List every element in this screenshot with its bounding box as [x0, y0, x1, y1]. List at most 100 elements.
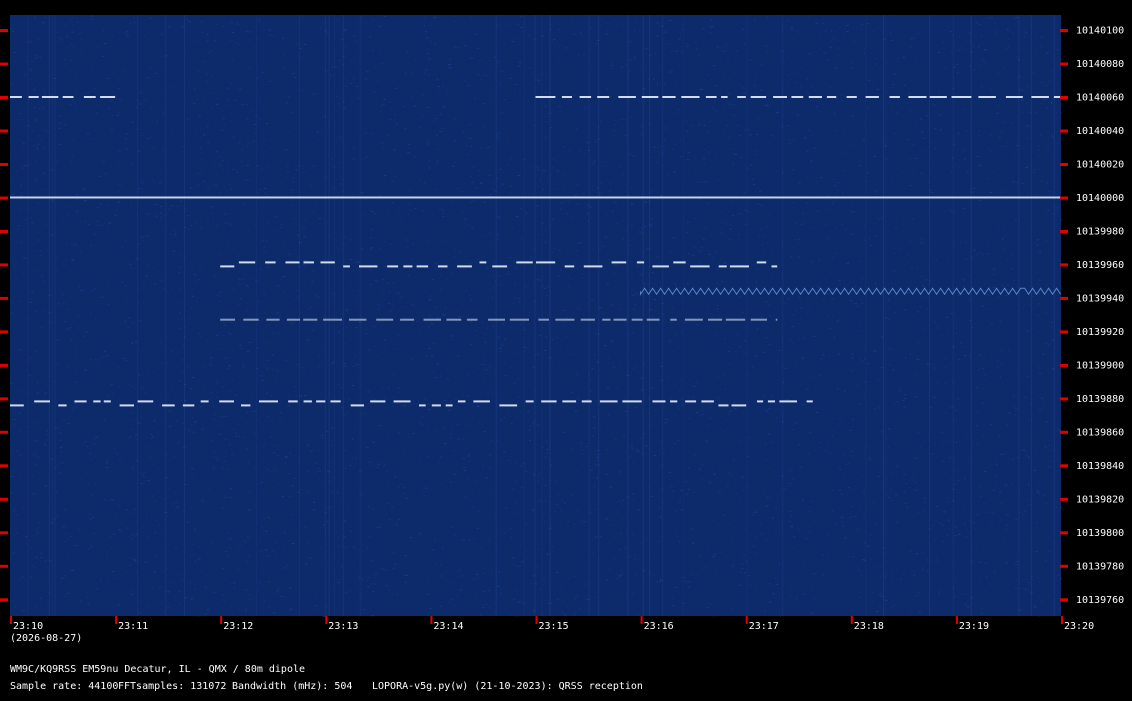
noise-speck: [565, 47, 568, 49]
noise-speck: [125, 148, 129, 150]
noise-speck: [149, 136, 152, 138]
noise-speck: [453, 21, 456, 22]
noise-speck: [60, 104, 62, 105]
noise-speck: [604, 345, 607, 347]
noise-speck: [249, 491, 252, 493]
noise-speck: [469, 343, 473, 345]
noise-speck: [458, 575, 460, 577]
noise-speck: [984, 562, 987, 564]
noise-speck: [351, 458, 353, 460]
noise-speck: [340, 39, 343, 41]
noise-speck: [878, 68, 882, 69]
noise-speck: [724, 388, 727, 390]
noise-speck: [850, 506, 853, 508]
noise-speck: [421, 386, 423, 388]
noise-speck: [81, 256, 83, 258]
noise-speck: [218, 275, 220, 277]
noise-speck: [891, 15, 895, 17]
noise-speck: [1015, 56, 1018, 58]
noise-speck: [1042, 404, 1045, 406]
noise-speck: [873, 408, 877, 410]
noise-speck: [852, 302, 854, 304]
noise-speck: [331, 257, 334, 259]
noise-speck: [96, 588, 99, 590]
noise-speck: [401, 222, 403, 223]
noise-speck: [90, 314, 92, 316]
noise-speck: [1006, 259, 1009, 261]
noise-speck: [558, 585, 562, 587]
noise-speck: [238, 90, 241, 92]
noise-speck: [1055, 206, 1058, 207]
noise-speck: [375, 283, 377, 285]
noise-speck: [895, 521, 898, 523]
noise-speck: [71, 569, 74, 571]
noise-speck: [100, 580, 103, 582]
noise-speck: [990, 521, 993, 523]
noise-speck: [81, 527, 84, 529]
noise-speck: [812, 598, 816, 600]
noise-speck: [94, 87, 97, 89]
noise-speck: [444, 240, 447, 242]
noise-speck: [805, 538, 807, 540]
noise-speck: [837, 190, 839, 192]
noise-speck: [482, 607, 485, 609]
noise-speck: [1015, 100, 1018, 101]
noise-speck: [516, 24, 520, 26]
noise-speck: [70, 43, 73, 45]
noise-speck: [422, 95, 424, 97]
noise-speck: [620, 125, 623, 127]
noise-speck: [538, 279, 542, 281]
noise-speck: [318, 470, 321, 472]
noise-speck: [909, 109, 911, 111]
noise-speck: [677, 439, 680, 441]
noise-speck: [398, 519, 401, 520]
noise-speck: [830, 40, 832, 42]
noise-speck: [340, 183, 343, 185]
noise-speck: [658, 540, 661, 542]
noise-speck: [959, 47, 963, 49]
noise-speck: [703, 181, 706, 183]
noise-speck: [730, 269, 732, 271]
noise-speck: [151, 437, 153, 439]
noise-speck: [685, 148, 688, 150]
noise-speck: [355, 40, 357, 42]
noise-speck: [286, 564, 288, 566]
noise-speck: [38, 39, 41, 41]
noise-speck: [56, 161, 58, 162]
noise-speck: [503, 609, 506, 611]
noise-speck: [1016, 181, 1018, 183]
noise-speck: [974, 425, 976, 427]
noise-speck: [473, 538, 476, 540]
noise-speck: [370, 229, 373, 231]
noise-speck: [788, 74, 790, 76]
noise-speck: [98, 596, 100, 598]
noise-speck: [262, 246, 266, 248]
noise-speck: [692, 286, 695, 288]
noise-speck: [1032, 296, 1035, 297]
noise-speck: [512, 512, 514, 514]
noise-speck: [670, 51, 674, 52]
noise-speck: [761, 373, 763, 375]
noise-speck: [1022, 557, 1026, 558]
noise-speck: [812, 192, 814, 194]
noise-speck: [350, 284, 353, 286]
noise-speck: [41, 102, 44, 103]
noise-speck: [904, 502, 907, 504]
noise-speck: [87, 133, 89, 135]
noise-speck: [1023, 36, 1026, 38]
noise-speck: [830, 272, 832, 274]
noise-speck: [337, 546, 340, 548]
noise-speck: [570, 392, 573, 393]
noise-speck: [304, 525, 307, 527]
noise-speck: [266, 360, 270, 362]
noise-speck: [732, 544, 735, 546]
noise-speck: [243, 582, 245, 584]
noise-speck: [22, 107, 24, 109]
noise-speck: [634, 574, 638, 576]
noise-speck: [700, 181, 703, 183]
noise-speck: [80, 95, 82, 97]
noise-speck: [964, 435, 967, 437]
noise-speck: [22, 54, 25, 56]
noise-speck: [551, 546, 554, 547]
noise-speck: [428, 299, 431, 301]
